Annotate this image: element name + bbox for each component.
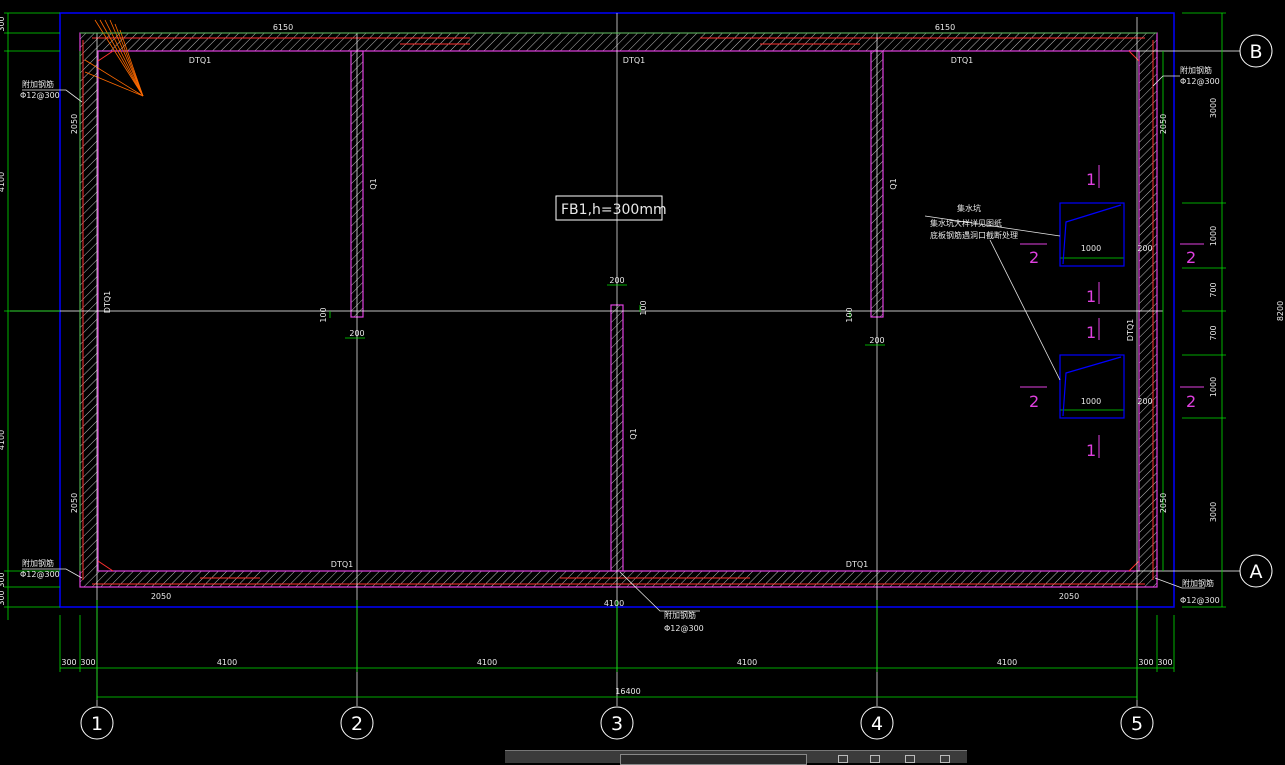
rebar-note-tl-title: 附加钢筋 <box>22 79 54 89</box>
dim-bay-1: 4100 <box>217 658 237 667</box>
dim-2050-right-lower: 2050 <box>1159 493 1168 513</box>
section-2-a: 2 <box>1029 248 1039 267</box>
rebar-note-bl-spec: Φ12@300 <box>20 570 60 579</box>
dim-overall: 16400 <box>615 687 640 696</box>
section-1-b: 1 <box>1086 287 1096 306</box>
dim-bottom-edge-1: 300 <box>61 658 76 667</box>
rebar-note-br-title: 附加钢筋 <box>1182 578 1214 588</box>
dim-offset-100-c: 100 <box>845 307 854 322</box>
label-dtq1-top-left: DTQ1 <box>189 56 211 65</box>
dim-left-bottom-1: 300 <box>0 572 6 587</box>
rebar-note-bc-title: 附加钢筋 <box>664 610 696 620</box>
dim-bay-3: 4100 <box>737 658 757 667</box>
dim-opening-lower: 1000 <box>1081 397 1101 406</box>
rebar-note-bc-spec: Φ12@300 <box>664 624 704 633</box>
rebar-note-tr-spec: Φ12@300 <box>1180 77 1220 86</box>
dim-2050-right-upper: 2050 <box>1159 114 1168 134</box>
dim-opening-side-lower: 200 <box>1137 397 1152 406</box>
dim-wall-200-a: 200 <box>349 329 364 338</box>
dim-opening-upper: 1000 <box>1081 244 1101 253</box>
dim-offset-100-b: 100 <box>639 300 648 315</box>
section-2-c: 2 <box>1029 392 1039 411</box>
dim-bay-2: 4100 <box>477 658 497 667</box>
rebar-note-tl-spec: Φ12@300 <box>20 91 60 100</box>
label-dtq1-left: DTQ1 <box>103 291 112 313</box>
dim-wall-200-b: 200 <box>869 336 884 345</box>
dim-right-seg-2: 1000 <box>1209 226 1218 246</box>
axis-label-1: 1 <box>91 713 103 735</box>
label-dtq1-top-center: DTQ1 <box>623 56 645 65</box>
dim-left-total-lower: 4100 <box>0 430 6 450</box>
sump-note-line2: 底板钢筋遇洞口截断处理 <box>930 230 1018 240</box>
axis-bubbles <box>80 34 1273 740</box>
dim-opening-side-upper: 200 <box>1137 244 1152 253</box>
dim-bottom-edge-3: 300 <box>1138 658 1153 667</box>
sump-opening-lower <box>1059 354 1125 419</box>
dim-wall-200-c: 200 <box>609 276 624 285</box>
dim-bay-4: 4100 <box>997 658 1017 667</box>
dim-2050-left-upper: 2050 <box>70 114 79 134</box>
dim-2050-bottom-left: 2050 <box>151 592 171 601</box>
rebar-note-bl-title: 附加钢筋 <box>22 558 54 568</box>
axis-label-B: B <box>1249 41 1262 63</box>
status-bar <box>505 750 967 765</box>
command-field[interactable] <box>620 754 807 765</box>
section-1-d: 1 <box>1086 441 1096 460</box>
dim-right-seg-6: 3000 <box>1209 502 1218 522</box>
label-q1-axis4: Q1 <box>889 178 898 189</box>
dim-top-right: 6150 <box>935 23 955 32</box>
dim-offset-100-a: 100 <box>319 307 328 322</box>
dim-bottom-edge-4: 300 <box>1157 658 1172 667</box>
label-q1-axis3: Q1 <box>629 428 638 439</box>
dim-2050-left-lower: 2050 <box>70 493 79 513</box>
cad-drawing-canvas[interactable]: 1 2 3 4 5 B A FB1,h=300mm 6150 6150 300 … <box>0 0 1285 762</box>
axis-label-2: 2 <box>351 713 363 735</box>
dim-left-total-upper: 4100 <box>0 172 6 192</box>
label-dtq1-bottom-right: DTQ1 <box>846 560 868 569</box>
axis-label-4: 4 <box>871 713 883 735</box>
dim-right-seg-3: 700 <box>1209 282 1218 297</box>
axis-label-5: 5 <box>1131 713 1143 735</box>
dim-right-seg-5: 1000 <box>1209 377 1218 397</box>
axis-label-A: A <box>1250 561 1263 583</box>
dim-right-seg-1: 3000 <box>1209 98 1218 118</box>
sump-note-title: 集水坑 <box>957 203 981 213</box>
dim-right-seg-4: 700 <box>1209 325 1218 340</box>
grid-lines <box>10 13 1240 706</box>
rebar-note-tr-title: 附加钢筋 <box>1180 65 1212 75</box>
section-1-c: 1 <box>1086 323 1096 342</box>
section-1-a: 1 <box>1086 170 1096 189</box>
section-markers <box>1020 165 1204 458</box>
dim-right-overall: 8200 <box>1276 301 1285 321</box>
label-dtq1-bottom-left: DTQ1 <box>331 560 353 569</box>
axis-label-3: 3 <box>611 713 623 735</box>
label-dtq1-top-right: DTQ1 <box>951 56 973 65</box>
dim-bottom-edge-2: 300 <box>80 658 95 667</box>
rebar-note-br-spec: Φ12@300 <box>1180 596 1220 605</box>
sump-note-line1: 集水坑大样详见图纸 <box>930 218 1002 228</box>
dim-center-bottom: 4100 <box>604 599 624 608</box>
section-2-d: 2 <box>1186 392 1196 411</box>
label-q1-axis2: Q1 <box>369 178 378 189</box>
dim-left-bottom-2: 300 <box>0 590 6 605</box>
dim-top-left: 6150 <box>273 23 293 32</box>
label-dtq1-right: DTQ1 <box>1126 319 1135 341</box>
slab-label: FB1,h=300mm <box>561 202 667 218</box>
section-2-b: 2 <box>1186 248 1196 267</box>
dim-left-top: 300 <box>0 16 6 31</box>
sump-opening-upper <box>1059 202 1125 267</box>
dim-2050-bottom-right: 2050 <box>1059 592 1079 601</box>
